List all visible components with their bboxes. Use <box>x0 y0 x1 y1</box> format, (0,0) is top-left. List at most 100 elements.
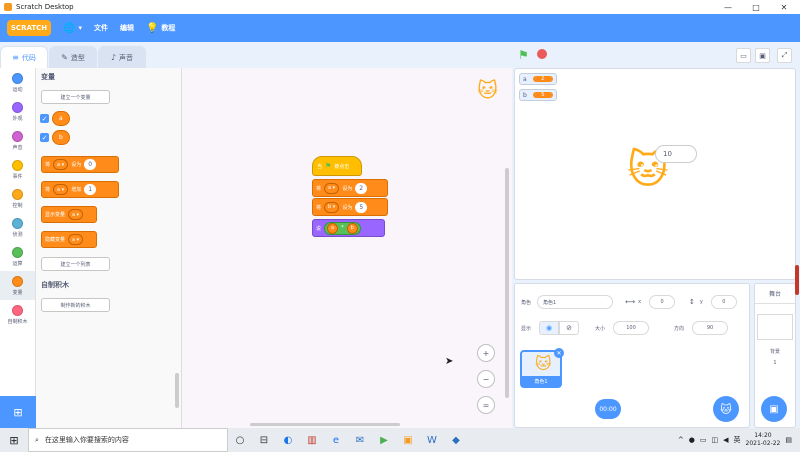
tab-sounds[interactable]: ♪ 声音 <box>98 46 146 68</box>
fullscreen-button[interactable]: ⤢ <box>777 48 792 63</box>
value-input[interactable]: 2 <box>355 182 368 194</box>
size-label: 大小 <box>595 325 606 332</box>
battery-icon[interactable]: ▭ <box>700 436 707 444</box>
set-variable-block[interactable]: 将 a ▾ 设为 0 <box>41 156 119 173</box>
feishu-icon[interactable]: ◆ <box>444 428 468 452</box>
var-a-reporter[interactable]: a <box>52 111 70 126</box>
scratch-logo[interactable]: SCRATCH <box>7 20 51 36</box>
variable-dropdown[interactable]: a ▾ <box>53 184 69 195</box>
minimize-button[interactable]: — <box>714 0 742 14</box>
set-a-block[interactable]: 将 a ▾ 设为 2 <box>312 179 388 197</box>
show-variable-block[interactable]: 显示变量 a ▾ <box>41 206 97 223</box>
tab-costumes[interactable]: ✎ 造型 <box>49 46 97 68</box>
network-icon[interactable]: ◫ <box>711 436 718 444</box>
y-position-input[interactable]: 0 <box>710 295 737 309</box>
value-input[interactable]: 0 <box>84 159 97 170</box>
microphone-icon[interactable]: ● <box>689 436 695 444</box>
tab-code[interactable]: ≡ 代码 <box>0 46 48 68</box>
maximize-button[interactable]: □ <box>742 0 770 14</box>
volume-icon[interactable]: ◀ <box>723 436 728 444</box>
var-b-reporter[interactable]: b <box>52 130 70 145</box>
category-operators[interactable]: 运算 <box>0 242 35 271</box>
make-list-button[interactable]: 建立一个列表 <box>41 257 110 271</box>
variable-monitor-b[interactable]: b 5 <box>519 89 557 101</box>
category-events[interactable]: 事件 <box>0 155 35 184</box>
category-motion[interactable]: 运动 <box>0 68 35 97</box>
zoom-out-button[interactable]: − <box>477 370 495 388</box>
value-input[interactable]: 5 <box>355 201 368 213</box>
stage-thumbnail[interactable] <box>757 314 793 340</box>
mail-icon[interactable]: ✉ <box>348 428 372 452</box>
category-dot-icon <box>12 159 23 171</box>
make-block-button[interactable]: 制作新的积木 <box>41 298 110 312</box>
workspace-horizontal-scrollbar[interactable] <box>250 423 400 426</box>
category-looks[interactable]: 外观 <box>0 97 35 126</box>
widgets-icon[interactable]: ⊟ <box>252 428 276 452</box>
change-variable-block[interactable]: 将 a ▾ 增加 1 <box>41 181 119 198</box>
variable-monitor-a[interactable]: a 2 <box>519 73 557 85</box>
variable-dropdown[interactable]: a ▾ <box>324 182 340 194</box>
add-backdrop-button[interactable]: ▣ <box>761 396 787 422</box>
ime-indicator[interactable]: 英 <box>734 435 741 445</box>
notifications-icon[interactable]: ▤ <box>785 436 792 444</box>
file-menu[interactable]: 文件 <box>88 14 114 42</box>
variable-dropdown[interactable]: a ▾ <box>68 234 84 245</box>
direction-input[interactable]: 90 <box>692 321 729 335</box>
large-stage-button[interactable]: ▣ <box>755 48 770 63</box>
small-stage-button[interactable]: ▭ <box>736 48 751 63</box>
size-input[interactable]: 100 <box>613 321 650 335</box>
chevron-up-icon[interactable]: ^ <box>678 436 684 444</box>
delete-sprite-button[interactable]: ✕ <box>554 348 564 358</box>
when-flag-clicked-block[interactable]: 当 ⚑ 被点击 <box>312 156 362 176</box>
stage-canvas[interactable]: a 2 b 5 🐱 10 <box>514 68 796 280</box>
app-icon-red[interactable]: ▥ <box>300 428 324 452</box>
category-my-blocks[interactable]: 自制积木 <box>0 300 35 329</box>
media-player-icon[interactable]: ▶ <box>372 428 396 452</box>
zoom-reset-button[interactable]: = <box>477 396 495 414</box>
scratch-taskbar-icon[interactable]: ▣ <box>396 428 420 452</box>
zoom-in-button[interactable]: + <box>477 344 495 362</box>
set-b-block[interactable]: 将 b ▾ 设为 5 <box>312 198 388 216</box>
code-workspace[interactable]: 🐱 当 ⚑ 被点击 将 a ▾ 设为 2 将 b ▾ 设为 5 说 a * b … <box>182 68 512 428</box>
var-b-reporter[interactable]: b <box>346 222 358 234</box>
edit-menu[interactable]: 编辑 <box>114 14 140 42</box>
show-sprite-button[interactable]: ◉ <box>539 321 560 335</box>
ie-browser-icon[interactable]: e <box>324 428 348 452</box>
taskbar-search[interactable]: ⌕ 在这里输入你要搜索的内容 <box>28 428 228 452</box>
say-block[interactable]: 说 a * b <box>312 219 385 237</box>
add-extension-button[interactable]: ⊞ <box>0 396 36 428</box>
category-sound[interactable]: 声音 <box>0 126 35 155</box>
stop-button[interactable] <box>537 49 547 59</box>
green-flag-button[interactable]: ⚑ <box>518 48 529 62</box>
category-sensing[interactable]: 侦测 <box>0 213 35 242</box>
word-icon[interactable]: W <box>420 428 444 452</box>
language-menu[interactable]: 🌐 ▾ <box>57 14 88 42</box>
window-scrollbar[interactable] <box>795 265 799 295</box>
variable-dropdown[interactable]: b ▾ <box>324 201 340 213</box>
workspace-vertical-scrollbar[interactable] <box>505 168 509 398</box>
value-input[interactable]: 1 <box>84 184 97 195</box>
clock[interactable]: 14:20 2021-02-22 <box>746 432 781 448</box>
windows-start-button[interactable]: ⊞ <box>0 428 28 452</box>
palette-scrollbar[interactable] <box>175 373 179 408</box>
stage-target-pane[interactable]: 舞台 背景 1 ▣ <box>754 283 796 428</box>
multiply-operator-block[interactable]: a * b <box>324 221 361 235</box>
var-b-checkbox[interactable]: ✓ <box>40 133 49 142</box>
make-variable-button[interactable]: 建立一个变量 <box>41 90 110 104</box>
close-button[interactable]: ✕ <box>770 0 798 14</box>
variable-dropdown[interactable]: a ▾ <box>68 209 84 220</box>
category-control[interactable]: 控制 <box>0 184 35 213</box>
x-position-input[interactable]: 0 <box>649 295 676 309</box>
variable-dropdown[interactable]: a ▾ <box>53 159 69 170</box>
task-view-icon[interactable]: ○ <box>228 428 252 452</box>
sprite-name-input[interactable]: 角色1 <box>537 295 614 309</box>
hide-sprite-button[interactable]: ⊘ <box>559 321 580 335</box>
tutorials-menu[interactable]: 💡 教程 <box>140 14 181 42</box>
sprite-tile[interactable]: 🐱 ✕ 角色1 <box>520 348 564 388</box>
hide-variable-block[interactable]: 隐藏变量 a ▾ <box>41 231 97 248</box>
edge-browser-icon[interactable]: ◐ <box>276 428 300 452</box>
add-sprite-button[interactable]: 🐱 <box>713 396 739 422</box>
category-variables[interactable]: 变量 <box>0 271 35 300</box>
var-a-reporter[interactable]: a <box>327 222 339 234</box>
var-a-checkbox[interactable]: ✓ <box>40 114 49 123</box>
